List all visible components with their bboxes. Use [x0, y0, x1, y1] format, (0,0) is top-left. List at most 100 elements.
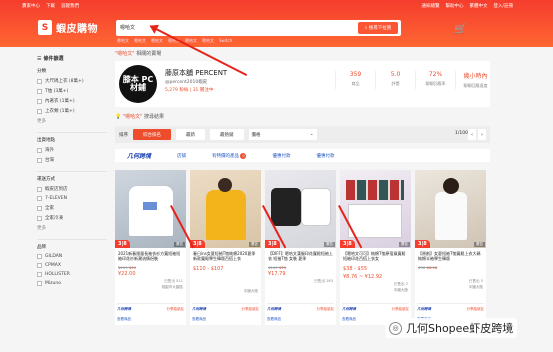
toolbar-link-pay[interactable]: 優惠付款: [272, 153, 290, 159]
search-bar[interactable]: 嗯哈文 ⌕ 搜尋下拉買: [116, 20, 401, 36]
checkbox[interactable]: [37, 88, 42, 94]
filter-option[interactable]: 海外: [37, 147, 107, 153]
watermark: ◎ 几何Shopee虾皮跨境: [385, 318, 518, 338]
toolbar-link-discount[interactable]: 有特價的產品 0: [212, 152, 247, 159]
filter-option[interactable]: HOLLISTER: [37, 272, 107, 277]
product-title[interactable]: 【DIFF】嗯哈文漢服印花寬鬆短袖上衣 短袖T恤 女裝 夏季: [265, 248, 336, 265]
top-right-links: 通知總覽 幫助中心 繁體中文 登入/註冊: [421, 3, 513, 9]
product-title[interactable]: 【原創】女夏短袖T恤寬鬆上衣大碼純棉半袖學生韓版: [415, 248, 486, 265]
wechat-icon: ◎: [389, 321, 402, 335]
product-card[interactable]: 3|8 廣告 【嗯哈文可可】純棉T恤原宿風寬鬆短袖印花百搭上衣女 $38 - $5…: [340, 170, 411, 325]
shop-card[interactable]: 膝本 PC 材鋪 藤原本舖 PERCENT @percent2010蝦皮 5,2…: [115, 61, 490, 107]
download-link[interactable]: 下載: [46, 3, 55, 9]
suggestion[interactable]: 嗯哈文: [202, 38, 214, 44]
product-card[interactable]: 3|8 廣告 春日ins女夏短袖T恤純棉2020夏季新款寬鬆學生韓版百搭上衣 $1…: [190, 170, 261, 325]
shop-avatar[interactable]: 膝本 PC 材鋪: [119, 65, 157, 103]
checkbox[interactable]: [37, 215, 42, 221]
checkbox[interactable]: [37, 281, 42, 286]
filter-option[interactable]: T恤 (3萬+): [37, 88, 107, 94]
share-link[interactable]: 分享給朋友: [242, 307, 260, 312]
share-link[interactable]: 分享給朋友: [167, 307, 185, 312]
suggestion[interactable]: 嗯哈文: [134, 38, 146, 44]
product-title[interactable]: 春日ins女夏短袖T恤純棉2020夏季新款寬鬆學生韓版百搭上衣: [190, 248, 261, 265]
product-image[interactable]: 3|8 廣告: [340, 170, 411, 248]
prev-page-button[interactable]: ‹: [468, 129, 476, 140]
product-card[interactable]: 3|8 廣告 【原創】女夏短袖T恤寬鬆上衣大碼純棉半袖學生韓版 $38 $8.58…: [415, 170, 486, 325]
filter-option[interactable]: 大尺碼上衣 (8萬+): [37, 78, 107, 84]
checkbox[interactable]: [37, 78, 42, 84]
share-link[interactable]: 分享給朋友: [392, 307, 410, 312]
top-header: 賣家中心 下載 追蹤我們 通知總覽 幫助中心 繁體中文 登入/註冊 S 蝦皮購物…: [0, 0, 553, 47]
view-link[interactable]: 查看商品: [192, 317, 259, 322]
product-card[interactable]: 3|8 廣告 2021新春限量長袖衣衫方寬短袖短袖印花衫新潮流情侶裝 $209 $…: [115, 170, 186, 325]
filter-option[interactable]: 上衣類 (1萬+): [37, 108, 107, 114]
product-image[interactable]: 3|8 廣告: [115, 170, 186, 248]
suggestion[interactable]: 嗯哈文: [151, 38, 163, 44]
suggestion[interactable]: Switch: [219, 38, 232, 44]
filter-option[interactable]: 蝦皮店到店: [37, 186, 107, 192]
price-sort-select[interactable]: 價格 ⌄: [248, 129, 317, 140]
follow-link[interactable]: 追蹤我們: [61, 3, 79, 9]
sort-top-sales-button[interactable]: 最熱銷: [210, 129, 244, 140]
promo-badge: 3|8: [415, 240, 430, 248]
filter-option[interactable]: 內著衣 (1萬+): [37, 98, 107, 104]
share-link[interactable]: 分享給朋友: [467, 307, 485, 312]
more-link[interactable]: 更多: [37, 118, 107, 124]
search-input[interactable]: 嗯哈文: [120, 24, 135, 31]
checkbox[interactable]: [37, 205, 42, 211]
checkbox[interactable]: [37, 147, 42, 153]
checkbox[interactable]: [37, 108, 42, 114]
filter-option[interactable]: Mizuno: [37, 281, 107, 286]
converted-price: ¥8.76 ~ ¥12.92: [343, 274, 383, 280]
checkbox[interactable]: [37, 254, 42, 259]
suggestion[interactable]: 嗯哈文: [117, 38, 129, 44]
shop-followers: 5,279 粉絲 | 31 關注中: [165, 88, 214, 93]
product-title[interactable]: 【嗯哈文可可】純棉T恤原宿風寬鬆短袖印花百搭上衣女: [340, 248, 411, 265]
price: $110 - $107: [193, 266, 224, 272]
product-card[interactable]: 3|8 廣告 【DIFF】嗯哈文漢服印花寬鬆短袖上衣 短袖T恤 女裝 夏季 $14…: [265, 170, 336, 325]
shopee-logo[interactable]: S 蝦皮購物: [38, 20, 98, 35]
language-select[interactable]: 繁體中文: [469, 3, 487, 9]
filter-option[interactable]: CPMAX: [37, 263, 107, 268]
filter-option[interactable]: 台灣: [37, 157, 107, 163]
login-link[interactable]: 登入/註冊: [493, 3, 513, 9]
filter-option[interactable]: 7-ELEVEN: [37, 196, 107, 201]
product-image[interactable]: 3|8 廣告: [190, 170, 261, 248]
view-link[interactable]: 查看商品: [117, 317, 184, 322]
view-link[interactable]: 查看商品: [267, 317, 334, 322]
toolbar-link-shop[interactable]: 店铺: [177, 153, 186, 159]
product-image[interactable]: 3|8 廣告: [265, 170, 336, 248]
filter-option[interactable]: 全家: [37, 205, 107, 211]
category-section: 分類 大尺碼上衣 (8萬+) T恤 (3萬+) 內著衣 (1萬+) 上衣類 (1…: [37, 68, 107, 124]
page-indicator: 1/100: [455, 131, 468, 136]
more-link[interactable]: 更多: [37, 225, 107, 231]
next-page-button[interactable]: ›: [478, 129, 486, 140]
ad-tag: 廣告: [399, 242, 410, 247]
shop-name[interactable]: 藤原本舖 PERCENT: [165, 68, 227, 78]
checkbox[interactable]: [37, 263, 42, 268]
notification-link[interactable]: 通知總覽: [421, 3, 439, 9]
sort-relevance-button[interactable]: 綜合排名: [133, 129, 171, 140]
help-link[interactable]: 幫助中心: [445, 3, 463, 9]
toolbar-link-pay2[interactable]: 優惠付款: [316, 153, 334, 159]
location: 中國大陸: [468, 285, 483, 289]
checkbox[interactable]: [37, 272, 42, 277]
related-shops-heading: "嗯哈文" 相關的賣場: [115, 51, 162, 57]
product-image[interactable]: 3|8 廣告: [415, 170, 486, 248]
sort-latest-button[interactable]: 最新: [176, 129, 205, 140]
ad-tag: 廣告: [249, 242, 260, 247]
filter-icon: ☰: [37, 55, 42, 62]
filter-option[interactable]: GILDAN: [37, 254, 107, 259]
search-button[interactable]: ⌕ 搜尋下拉買: [358, 22, 398, 34]
cart-icon[interactable]: 🛒: [454, 24, 466, 35]
share-link[interactable]: 分享給朋友: [317, 307, 335, 312]
filter-option[interactable]: 全家冷凍: [37, 215, 107, 221]
checkbox[interactable]: [37, 98, 42, 104]
product-title[interactable]: 2021新春限量長袖衣衫方寬短袖短袖印花衫新潮流情侶裝: [115, 248, 186, 265]
checkbox[interactable]: [37, 186, 42, 192]
seller-center-link[interactable]: 賣家中心: [22, 3, 40, 9]
checkbox[interactable]: [37, 196, 42, 201]
section-title: 品牌: [37, 245, 46, 250]
location: 桃園市大園區: [161, 285, 183, 289]
checkbox[interactable]: [37, 157, 42, 163]
